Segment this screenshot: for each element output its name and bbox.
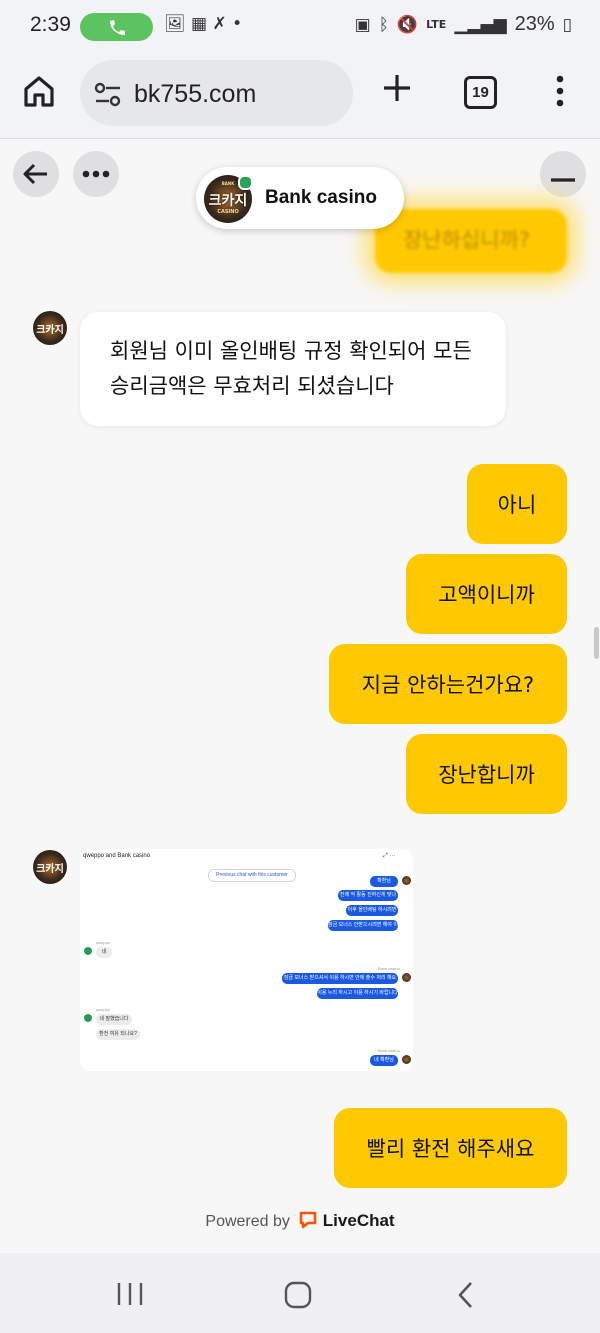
shot-title: qweppo and Bank casino	[83, 853, 151, 859]
livechat-brand: LiveChat	[322, 1211, 395, 1230]
mute-icon: 🔇	[396, 14, 419, 35]
user-message: 지금 안하는건가요?	[329, 644, 567, 724]
tabs-button[interactable]: 19	[464, 76, 497, 109]
recent-apps-button[interactable]	[115, 1281, 145, 1311]
more-menu-button[interactable]	[555, 74, 565, 112]
shot-previous-chat: Previous chat with this customer	[208, 869, 296, 882]
shot-customer-message: 네 말했습니다	[96, 1014, 132, 1025]
chat-options-button[interactable]	[73, 151, 119, 197]
shot-customer-avatar	[84, 1014, 92, 1022]
arrow-left-icon	[23, 163, 47, 185]
home-circle-icon	[284, 1281, 312, 1309]
chat-header: BANK 크카지 CASINO Bank casino	[196, 167, 404, 229]
back-nav-button[interactable]	[455, 1280, 477, 1314]
user-message: 빨리 환전 해주새요	[334, 1108, 567, 1188]
site-settings-button[interactable]	[93, 82, 123, 112]
back-button[interactable]	[13, 151, 59, 197]
shot-customer-label: qweppo	[96, 1007, 111, 1012]
nfc-icon: ▣	[354, 14, 371, 35]
user-message: 고액이니까	[406, 554, 567, 634]
image-icon: 🖼	[164, 14, 186, 34]
shot-agent-message: 잠금 보너스 안받으시려면 해야 이 얘기 나온	[328, 920, 398, 939]
url-text: bk755.com	[134, 80, 257, 108]
status-time: 2:39	[30, 13, 71, 36]
shot-agent-message: 이용 누리 하시고 이용 하시기 바랍니다	[317, 988, 398, 999]
browser-toolbar: bk755.com 19	[0, 54, 600, 139]
home-nav-button[interactable]	[283, 1281, 313, 1313]
home-icon	[24, 76, 54, 107]
shot-agent-message: 이후 올인배팅 하시려면	[346, 905, 398, 916]
system-navigation-bar	[0, 1253, 600, 1333]
shot-agent-avatar	[402, 1055, 411, 1064]
screenshot-attachment[interactable]: qweppo and Bank casino ⤢ ··· Previous ch…	[80, 849, 413, 1071]
chat-header-title: Bank casino	[265, 187, 377, 208]
status-bar: 2:39 🖼 ▦ ✗ • ▣ ᛒ 🔇 LTE ▁▂▄▆ 23% ▯	[0, 0, 600, 54]
minimize-icon	[551, 178, 575, 182]
shot-customer-label: qweppo	[96, 940, 111, 945]
ongoing-call-pill[interactable]	[80, 13, 153, 41]
user-message: 장난합니까	[406, 734, 567, 814]
home-button[interactable]	[22, 74, 56, 112]
agent-message: 회원님 이미 올인배팅 규정 확인되어 모든 승리금액은 무효처리 되셨습니다	[80, 312, 506, 426]
shot-agent-avatar	[402, 973, 411, 982]
shot-customer-avatar	[84, 947, 92, 955]
scrollbar-thumb[interactable]	[594, 627, 599, 659]
more-menu-icon	[556, 75, 564, 107]
more-horizontal-icon	[82, 170, 110, 178]
site-settings-icon	[94, 82, 121, 107]
lte-label: LTE	[426, 18, 447, 31]
shot-agent-avatar	[402, 876, 411, 885]
shot-agent-message: 전에 적 활동 진하신게 맞나요	[338, 890, 398, 909]
new-tab-button[interactable]	[381, 72, 413, 108]
signal-icon: ▁▂▄▆	[454, 14, 507, 35]
new-tab-icon	[384, 75, 410, 101]
shot-customer-message: 환전 여유 되나요?	[96, 1029, 140, 1040]
shot-agent-message: 네 확환님	[370, 1055, 398, 1066]
notification-icons: 🖼 ▦ ✗ •	[164, 14, 242, 34]
bluetooth-icon: ᛒ	[378, 14, 389, 35]
user-message: 아니	[467, 464, 567, 544]
agent-avatar: 크카지	[33, 850, 67, 884]
battery-icon: ▯	[562, 14, 572, 35]
dot-icon: •	[232, 14, 243, 34]
powered-by-label: Powered by	[205, 1213, 290, 1230]
chat-window: 장난하십니까? BANK 크카지 CASINO Bank casino 크카지 …	[0, 139, 600, 1252]
agent-avatar: 크카지	[33, 311, 67, 345]
recent-apps-icon	[117, 1283, 143, 1305]
address-bar[interactable]: bk755.com	[80, 60, 353, 126]
shot-agent-message: 잠금 보너스 받으셔서 이용 하시면 안에 출수 처리 해요 됩니다	[282, 973, 398, 992]
shot-customer-message: 네	[96, 947, 112, 958]
shot-agent-label: Bank casino	[378, 966, 400, 971]
battery-percent: 23%	[514, 13, 555, 35]
powered-by-footer[interactable]: Powered by LiveChat	[0, 1211, 600, 1231]
minimize-button[interactable]	[540, 151, 586, 197]
system-icons: ▣ ᛒ 🔇 LTE ▁▂▄▆ 23% ▯	[355, 13, 572, 36]
chevron-left-icon	[458, 1282, 472, 1308]
news-icon: ▦	[191, 14, 208, 34]
previous-user-message: 장난하십니까?	[375, 209, 567, 273]
shot-agent-label: Bank casino	[378, 1048, 400, 1053]
previous-user-message-text: 장난하십니까?	[403, 228, 531, 252]
online-status-dot	[238, 175, 253, 190]
missed-call-icon: ✗	[212, 14, 227, 34]
shot-agent-message: 확환님	[370, 876, 398, 887]
phone-call-icon	[110, 20, 125, 35]
shot-menu-icon: ⤢ ···	[383, 853, 396, 859]
livechat-logo-icon	[300, 1211, 317, 1229]
